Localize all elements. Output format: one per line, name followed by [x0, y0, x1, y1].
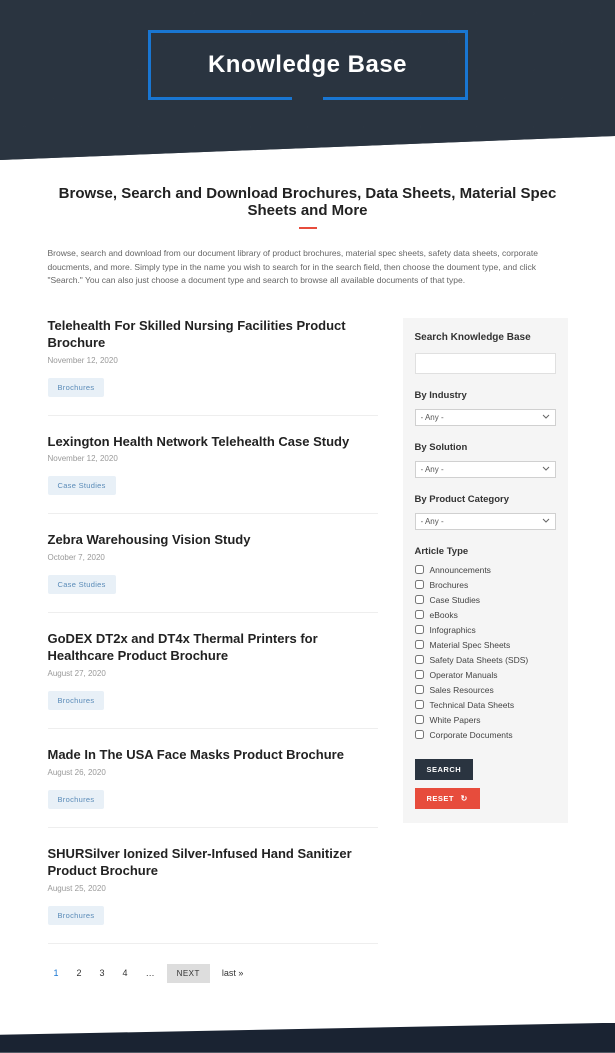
article-item: GoDEX DT2x and DT4x Thermal Printers for…	[48, 631, 378, 729]
type-row: Sales Resources	[415, 685, 556, 695]
type-row: Announcements	[415, 565, 556, 575]
reset-label: RESET	[427, 794, 455, 803]
search-button[interactable]: SEARCH	[415, 759, 474, 780]
type-checkbox[interactable]	[415, 670, 424, 679]
type-checkbox[interactable]	[415, 580, 424, 589]
type-checkbox[interactable]	[415, 715, 424, 724]
type-label-text[interactable]: Technical Data Sheets	[430, 700, 515, 710]
intro-text: Browse, search and download from our doc…	[48, 247, 568, 288]
category-label: By Product Category	[415, 494, 556, 505]
article-item: Telehealth For Skilled Nursing Facilitie…	[48, 318, 378, 416]
footer	[0, 1023, 615, 1053]
type-checkbox[interactable]	[415, 625, 424, 634]
article-tag[interactable]: Brochures	[48, 790, 105, 809]
type-label-text[interactable]: Corporate Documents	[430, 730, 513, 740]
type-checkbox[interactable]	[415, 655, 424, 664]
category-select[interactable]: - Any -	[415, 513, 556, 530]
article-title[interactable]: Lexington Health Network Telehealth Case…	[48, 434, 378, 451]
article-title[interactable]: SHURSilver Ionized Silver-Infused Hand S…	[48, 846, 378, 880]
article-title[interactable]: Zebra Warehousing Vision Study	[48, 532, 378, 549]
article-item: Made In The USA Face Masks Product Broch…	[48, 747, 378, 828]
type-row: Brochures	[415, 580, 556, 590]
search-heading: Search Knowledge Base	[415, 332, 556, 343]
article-tag[interactable]: Brochures	[48, 906, 105, 925]
type-label-text[interactable]: Brochures	[430, 580, 469, 590]
article-tag[interactable]: Brochures	[48, 378, 105, 397]
type-label-text[interactable]: Infographics	[430, 625, 476, 635]
type-checkbox[interactable]	[415, 730, 424, 739]
type-checkbox[interactable]	[415, 610, 424, 619]
type-label-text[interactable]: Operator Manuals	[430, 670, 498, 680]
type-label-text[interactable]: Announcements	[430, 565, 491, 575]
hero-banner: Knowledge Base	[0, 0, 615, 160]
type-label-text[interactable]: Safety Data Sheets (SDS)	[430, 655, 529, 665]
type-row: Material Spec Sheets	[415, 640, 556, 650]
last-button[interactable]: last »	[216, 964, 250, 982]
type-checkbox[interactable]	[415, 700, 424, 709]
article-tag[interactable]: Case Studies	[48, 575, 116, 594]
article-date: August 26, 2020	[48, 768, 378, 777]
solution-select[interactable]: - Any -	[415, 461, 556, 478]
type-row: White Papers	[415, 715, 556, 725]
article-tag[interactable]: Case Studies	[48, 476, 116, 495]
page-title: Knowledge Base	[171, 51, 445, 79]
type-row: Safety Data Sheets (SDS)	[415, 655, 556, 665]
type-label-text[interactable]: White Papers	[430, 715, 481, 725]
industry-label: By Industry	[415, 390, 556, 401]
industry-select[interactable]: - Any -	[415, 409, 556, 426]
type-checkbox[interactable]	[415, 595, 424, 604]
filter-sidebar: Search Knowledge Base By Industry - Any …	[403, 318, 568, 823]
page-3[interactable]: 3	[94, 964, 111, 982]
pagination: 1 2 3 4 … NEXT last »	[48, 964, 378, 983]
solution-label: By Solution	[415, 442, 556, 453]
type-row: Technical Data Sheets	[415, 700, 556, 710]
type-checkbox[interactable]	[415, 640, 424, 649]
type-row: Infographics	[415, 625, 556, 635]
article-item: SHURSilver Ionized Silver-Infused Hand S…	[48, 846, 378, 944]
type-label-text[interactable]: Material Spec Sheets	[430, 640, 511, 650]
article-date: November 12, 2020	[48, 356, 378, 365]
article-item: Zebra Warehousing Vision Study October 7,…	[48, 532, 378, 613]
article-item: Lexington Health Network Telehealth Case…	[48, 434, 378, 515]
article-date: August 27, 2020	[48, 669, 378, 678]
article-list: Telehealth For Skilled Nursing Facilitie…	[48, 318, 378, 1023]
article-title[interactable]: Made In The USA Face Masks Product Broch…	[48, 747, 378, 764]
page-1[interactable]: 1	[48, 964, 65, 982]
page-2[interactable]: 2	[71, 964, 88, 982]
type-checkbox[interactable]	[415, 685, 424, 694]
article-title[interactable]: Telehealth For Skilled Nursing Facilitie…	[48, 318, 378, 352]
type-row: Case Studies	[415, 595, 556, 605]
type-checkbox[interactable]	[415, 565, 424, 574]
accent-divider	[299, 227, 317, 229]
article-tag[interactable]: Brochures	[48, 691, 105, 710]
article-date: November 12, 2020	[48, 454, 378, 463]
page-4[interactable]: 4	[117, 964, 134, 982]
intro-heading: Browse, Search and Download Brochures, D…	[48, 185, 568, 219]
type-label-text[interactable]: Sales Resources	[430, 685, 494, 695]
article-date: August 25, 2020	[48, 884, 378, 893]
type-row: eBooks	[415, 610, 556, 620]
search-input[interactable]	[415, 353, 556, 374]
type-label-text[interactable]: Case Studies	[430, 595, 481, 605]
article-title[interactable]: GoDEX DT2x and DT4x Thermal Printers for…	[48, 631, 378, 665]
type-row: Corporate Documents	[415, 730, 556, 740]
hero-title-box: Knowledge Base	[148, 30, 468, 100]
type-label-text[interactable]: eBooks	[430, 610, 458, 620]
type-label: Article Type	[415, 546, 556, 557]
article-date: October 7, 2020	[48, 553, 378, 562]
type-row: Operator Manuals	[415, 670, 556, 680]
next-button[interactable]: NEXT	[167, 964, 210, 983]
reset-button[interactable]: RESET ↻	[415, 788, 480, 809]
page-ellipsis: …	[140, 964, 161, 982]
reset-icon: ↻	[461, 794, 468, 803]
